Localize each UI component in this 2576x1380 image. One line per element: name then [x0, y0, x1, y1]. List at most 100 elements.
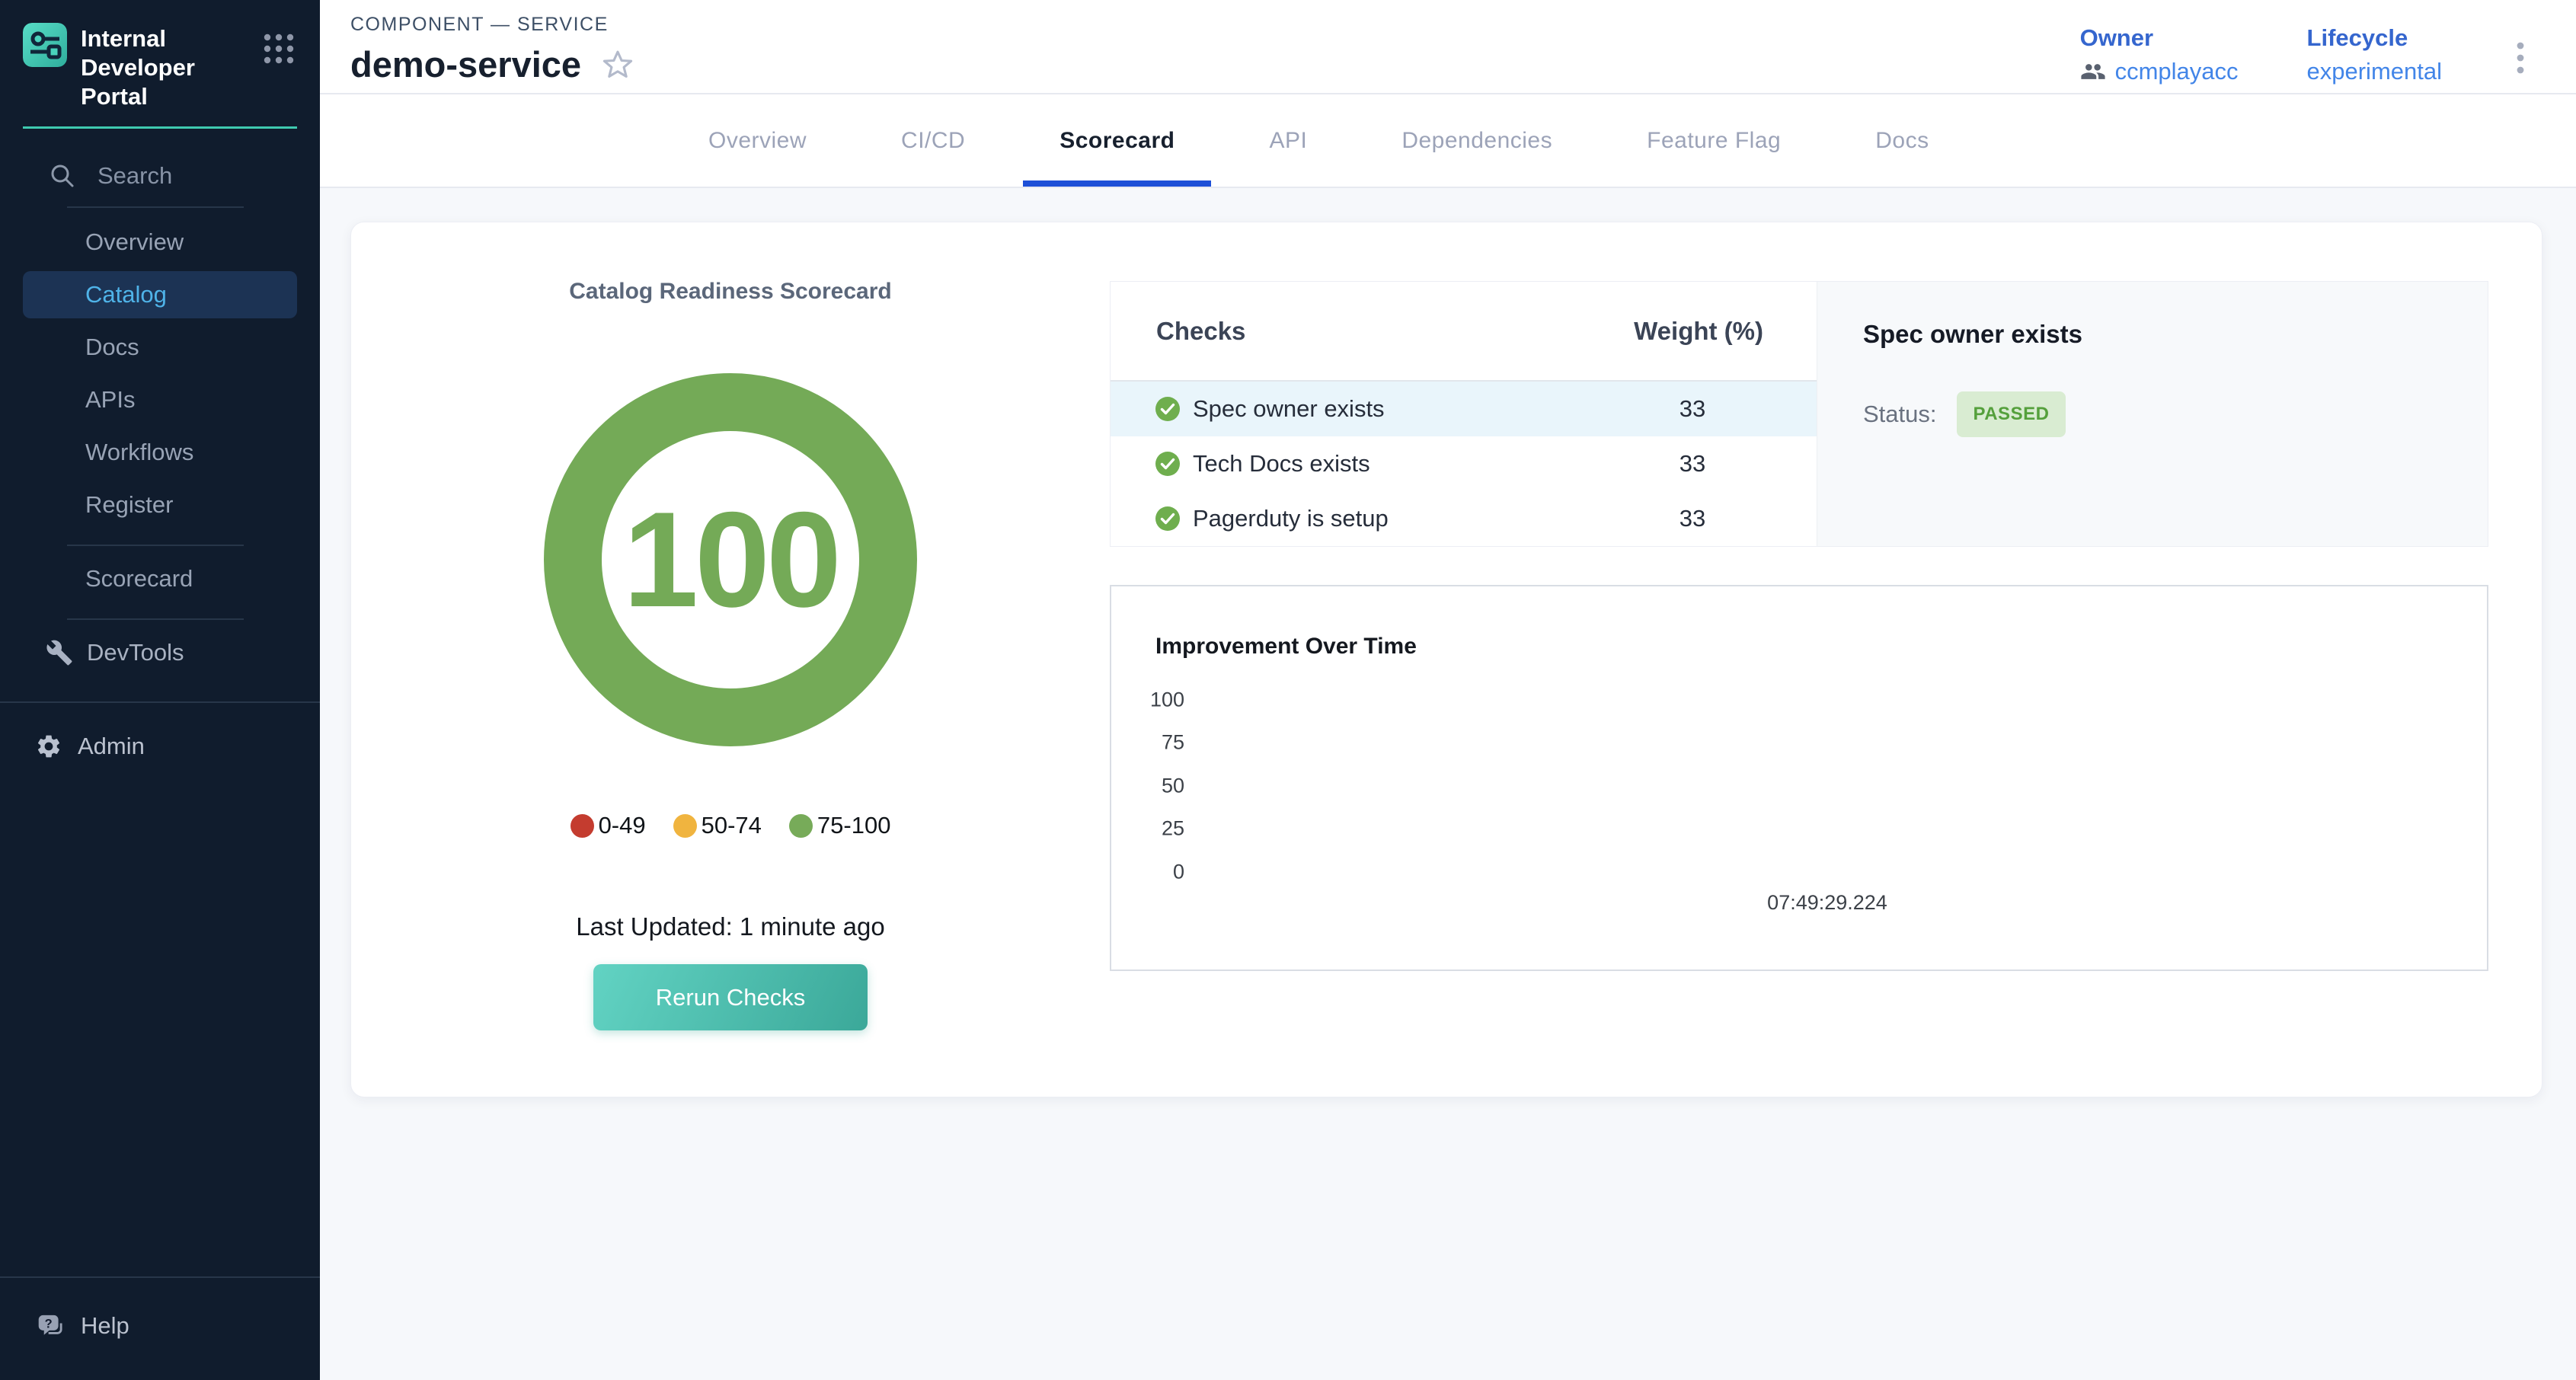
svg-text:?: ?: [45, 1317, 53, 1330]
tab-label: Overview: [708, 128, 807, 154]
checks-column-header: Checks: [1156, 317, 1245, 346]
wrench-icon: [46, 639, 73, 666]
rerun-checks-button[interactable]: Rerun Checks: [593, 964, 868, 1030]
sidebar-divider: [67, 206, 244, 208]
tab-label: CI/CD: [901, 128, 965, 154]
tab-content: Catalog Readiness Scorecard 100 0-49 50-…: [320, 188, 2576, 1380]
sidebar-nav: Overview Catalog Docs APIs Workflows Reg…: [0, 216, 320, 531]
check-weight: 33: [1605, 395, 1780, 423]
legend-dot-amber: [673, 814, 697, 838]
lifecycle-value: experimental: [2307, 58, 2442, 85]
last-updated-text: Last Updated: 1 minute ago: [576, 912, 884, 941]
sidebar: Internal Developer Portal Search Overvie…: [0, 0, 320, 1380]
sidebar-item-label: Scorecard: [85, 565, 193, 593]
y-axis-tick: 0: [1111, 861, 1184, 884]
legend-item-mid: 50-74: [673, 812, 762, 839]
lifecycle-block: Lifecycle experimental: [2307, 24, 2442, 85]
checks-table-header: Checks Weight (%): [1111, 282, 1817, 382]
entity-header: COMPONENT — SERVICE demo-service Owner: [320, 0, 2576, 94]
checks-column: Checks Weight (%) Spec owner exists 33: [1110, 222, 2542, 1097]
portal-title: Internal Developer Portal: [81, 24, 256, 111]
sidebar-item-overview[interactable]: Overview: [0, 216, 320, 268]
status-label: Status:: [1863, 401, 1937, 428]
sidebar-item-register[interactable]: Register: [0, 478, 320, 531]
y-axis-tick: 75: [1111, 731, 1184, 755]
active-nav-pill: Catalog: [23, 271, 297, 318]
x-axis-tick: 07:49:29.224: [1599, 891, 2056, 915]
sidebar-item-admin[interactable]: Admin: [0, 720, 320, 773]
tab-dependencies[interactable]: Dependencies: [1365, 94, 1589, 187]
sidebar-item-scorecard[interactable]: Scorecard: [0, 552, 320, 605]
lifecycle-label: Lifecycle: [2307, 24, 2442, 52]
legend-item-low: 0-49: [570, 812, 646, 839]
weight-column-header: Weight (%): [1634, 317, 1763, 346]
check-row-tech-docs[interactable]: Tech Docs exists 33: [1111, 436, 1817, 491]
search-label: Search: [97, 162, 172, 190]
sidebar-accent-rule: [23, 126, 297, 129]
y-axis-tick: 25: [1111, 817, 1184, 841]
tab-feature-flag[interactable]: Feature Flag: [1610, 94, 1817, 187]
improvement-chart: Improvement Over Time 100 75 50 25 0 07:…: [1110, 585, 2488, 971]
tab-label: Scorecard: [1059, 128, 1175, 154]
tab-overview[interactable]: Overview: [672, 94, 843, 187]
sidebar-search[interactable]: Search: [0, 159, 320, 193]
sidebar-item-catalog[interactable]: Catalog: [0, 268, 320, 321]
tab-label: Feature Flag: [1647, 128, 1781, 154]
tab-docs[interactable]: Docs: [1839, 94, 1965, 187]
check-passed-icon: [1155, 506, 1181, 532]
legend-label: 0-49: [599, 812, 646, 839]
apps-grid-icon[interactable]: [259, 29, 299, 69]
sidebar-item-docs[interactable]: Docs: [0, 321, 320, 373]
entity-header-meta: Owner ccmplayacc Lifecycle experimental: [2080, 14, 2530, 85]
sidebar-item-label: Catalog: [85, 281, 167, 308]
portal-logo-icon: [23, 23, 67, 67]
sidebar-divider: [67, 545, 244, 546]
favorite-star-icon[interactable]: [601, 48, 634, 81]
legend-dot-red: [570, 814, 594, 838]
sidebar-item-label: Admin: [78, 733, 145, 760]
search-icon: [49, 162, 76, 190]
sidebar-item-workflows[interactable]: Workflows: [0, 426, 320, 478]
y-axis-tick: 100: [1111, 688, 1184, 712]
sidebar-item-label: Register: [85, 491, 173, 519]
score-legend: 0-49 50-74 75-100: [557, 812, 905, 839]
check-passed-icon: [1155, 451, 1181, 477]
tab-label: Docs: [1875, 128, 1929, 154]
sidebar-divider: [67, 618, 244, 620]
sidebar-item-apis[interactable]: APIs: [0, 373, 320, 426]
owner-link[interactable]: ccmplayacc: [2115, 58, 2239, 85]
score-gauge-ring: 100: [544, 373, 917, 746]
check-detail-title: Spec owner exists: [1863, 320, 2488, 349]
check-row-pagerduty[interactable]: Pagerduty is setup 33: [1111, 491, 1817, 546]
sidebar-item-label: APIs: [85, 386, 135, 414]
sidebar-item-help[interactable]: ? Help: [0, 1299, 320, 1353]
legend-label: 50-74: [702, 812, 762, 839]
sidebar-item-label: Docs: [85, 334, 139, 361]
sidebar-item-label: Workflows: [85, 439, 193, 466]
gear-icon: [35, 733, 62, 760]
sidebar-divider: [0, 701, 320, 703]
entity-tabs: Overview CI/CD Scorecard API Dependencie…: [320, 94, 2576, 188]
status-badge: PASSED: [1957, 391, 2066, 437]
tab-api[interactable]: API: [1232, 94, 1344, 187]
help-chat-icon: ?: [35, 1311, 66, 1341]
sidebar-item-devtools[interactable]: DevTools: [0, 626, 320, 679]
more-options-kebab-icon[interactable]: [2510, 35, 2530, 82]
y-axis-tick: 50: [1111, 775, 1184, 798]
check-name: Spec owner exists: [1193, 395, 1385, 423]
page-title: demo-service: [350, 43, 581, 85]
main-area: COMPONENT — SERVICE demo-service Owner: [320, 0, 2576, 1380]
sidebar-item-label: Overview: [85, 228, 184, 256]
check-weight: 33: [1605, 505, 1780, 532]
gauge-column: Catalog Readiness Scorecard 100 0-49 50-…: [351, 222, 1110, 1097]
sidebar-header: Internal Developer Portal: [0, 0, 320, 111]
tab-label: API: [1269, 128, 1307, 154]
tab-cicd[interactable]: CI/CD: [865, 94, 1002, 187]
check-row-spec-owner[interactable]: Spec owner exists 33: [1111, 382, 1817, 436]
check-weight: 33: [1605, 450, 1780, 478]
scorecard-title: Catalog Readiness Scorecard: [569, 279, 892, 305]
check-detail-panel: Spec owner exists Status: PASSED: [1817, 282, 2488, 546]
score-value: 100: [623, 492, 838, 628]
tab-scorecard[interactable]: Scorecard: [1023, 94, 1211, 187]
checks-panel: Checks Weight (%) Spec owner exists 33: [1110, 281, 2488, 547]
